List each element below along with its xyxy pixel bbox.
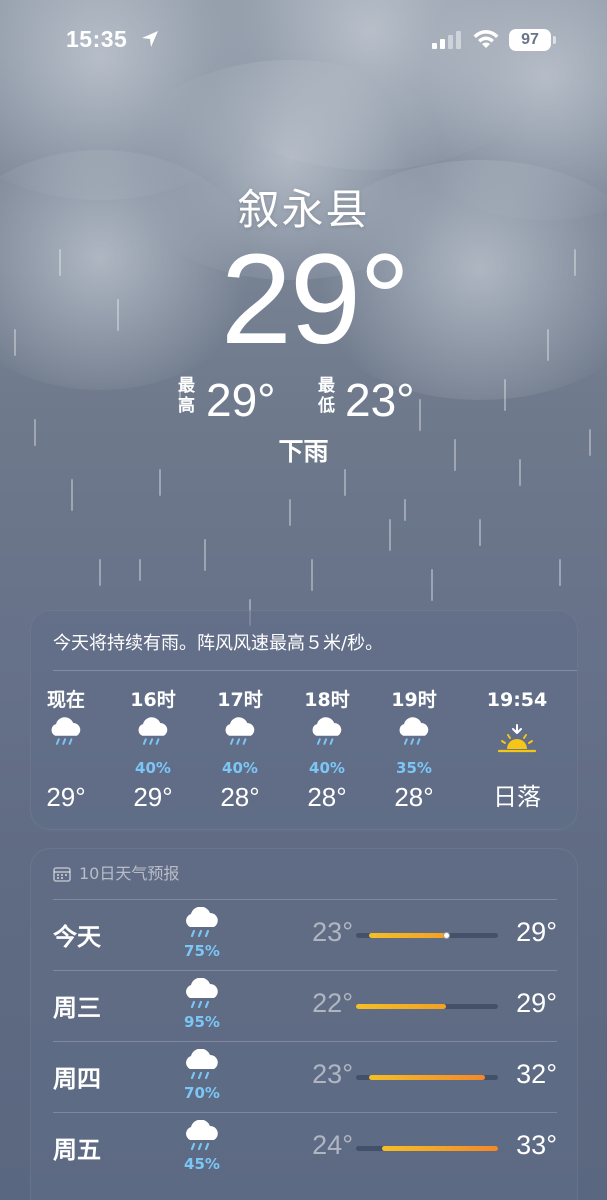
temp-range-fill xyxy=(368,1075,486,1080)
divider xyxy=(53,970,557,971)
day-name: 周五 xyxy=(53,1136,101,1164)
rain-cloud-icon xyxy=(287,717,367,763)
battery-nub xyxy=(553,36,556,44)
day-name: 今天 xyxy=(53,923,101,951)
rain-cloud-icon xyxy=(181,906,223,941)
temp-range-fill xyxy=(368,933,447,938)
hour-item: 16时 40% 29° xyxy=(113,687,193,813)
high-tag: 最高 xyxy=(178,376,195,416)
high-temp: 29° xyxy=(516,917,557,947)
wifi-icon xyxy=(473,30,499,48)
daily-forecast-card[interactable]: 10日天气预报 今天 75% 23° 29° 周三 95% 22° 29° 周四 70% 23° 32… xyxy=(30,848,578,1200)
divider xyxy=(53,1112,557,1113)
hour-temp: 29° xyxy=(46,782,86,812)
hour-temp: 28° xyxy=(307,782,347,812)
precip-chance: 75% xyxy=(184,942,220,960)
rain-cloud-icon xyxy=(200,717,280,763)
battery-indicator: 97 xyxy=(509,29,551,51)
rain-cloud-icon xyxy=(181,977,223,1012)
temp-range-bar xyxy=(356,1004,498,1009)
hour-item: 现在 29° xyxy=(26,687,106,813)
high-temp: 32° xyxy=(516,1059,557,1089)
cellular-signal-icon xyxy=(432,31,461,49)
temp-range-bar xyxy=(356,1075,498,1080)
hour-label: 17时 xyxy=(217,689,263,711)
hour-item: 18时 40% 28° xyxy=(287,687,367,813)
high-temp: 33° xyxy=(516,1130,557,1160)
precip-chance: 95% xyxy=(184,1013,220,1031)
hour-label: 现在 xyxy=(46,689,85,711)
day-row[interactable]: 周四 70% 23° 32° xyxy=(31,1041,579,1112)
sunset-icon xyxy=(477,717,557,763)
low-tag: 最低 xyxy=(318,376,335,416)
hour-item: 17时 40% 28° xyxy=(200,687,280,813)
divider xyxy=(53,670,577,671)
hour-temp: 28° xyxy=(394,782,434,812)
divider xyxy=(53,899,557,900)
divider xyxy=(53,1041,557,1042)
calendar-icon xyxy=(53,867,71,882)
daily-forecast-header: 10日天气预报 xyxy=(53,863,179,885)
hour-label: 18时 xyxy=(304,689,350,711)
current-temp-marker xyxy=(442,932,450,939)
hour-temp: 29° xyxy=(133,782,173,812)
hour-item: 19:54 日落 xyxy=(477,687,557,813)
rain-cloud-icon xyxy=(113,717,193,763)
hour-label: 19:54 xyxy=(486,689,548,711)
location-arrow-icon xyxy=(142,31,158,47)
low-temp: 24° xyxy=(312,1130,353,1160)
rain-cloud-icon xyxy=(181,1119,223,1154)
status-time: 15:35 xyxy=(66,26,128,52)
hour-temp: 28° xyxy=(220,782,260,812)
hour-label: 19时 xyxy=(391,689,437,711)
low-temp: 22° xyxy=(312,988,353,1018)
temp-range-fill xyxy=(381,1146,498,1151)
day-name: 周四 xyxy=(53,1065,101,1093)
low-temp: 23° xyxy=(312,1059,353,1089)
day-row[interactable]: 周三 95% 22° 29° xyxy=(31,970,579,1041)
condition-text: 下雨 xyxy=(278,437,329,466)
day-row[interactable]: 周五 45% 24° 33° xyxy=(31,1112,579,1183)
high-temp: 29° xyxy=(206,374,276,426)
rain-cloud-icon xyxy=(374,717,454,763)
day-row[interactable]: 今天 75% 23° 29° xyxy=(31,899,579,970)
temp-range-fill xyxy=(356,1004,447,1009)
forecast-summary: 今天将持续有雨。阵风风速最高５米/秒。 xyxy=(53,633,384,654)
high-low: 最高 29° 最低 23° xyxy=(0,372,607,428)
high-temp: 29° xyxy=(516,988,557,1018)
rain-cloud-icon xyxy=(181,1048,223,1083)
daily-forecast-title: 10日天气预报 xyxy=(79,864,180,883)
precip-chance: 45% xyxy=(184,1155,220,1173)
temp-range-bar xyxy=(356,932,498,939)
hour-item: 19时 35% 28° xyxy=(374,687,454,813)
rain-cloud-icon xyxy=(26,717,106,763)
current-temperature: 29° xyxy=(220,228,411,371)
hour-label: 16时 xyxy=(130,689,176,711)
hour-temp: 日落 xyxy=(493,783,541,811)
precip-chance: 70% xyxy=(184,1084,220,1102)
hourly-forecast-card[interactable]: 今天将持续有雨。阵风风速最高５米/秒。 现在 29° 16时 40% 29° 17时 40%… xyxy=(30,610,578,830)
low-temp: 23° xyxy=(312,917,353,947)
day-name: 周三 xyxy=(53,994,101,1022)
status-bar: 15:35 97 xyxy=(0,0,607,80)
low-temp: 23° xyxy=(345,374,415,426)
temp-range-bar xyxy=(356,1146,498,1151)
